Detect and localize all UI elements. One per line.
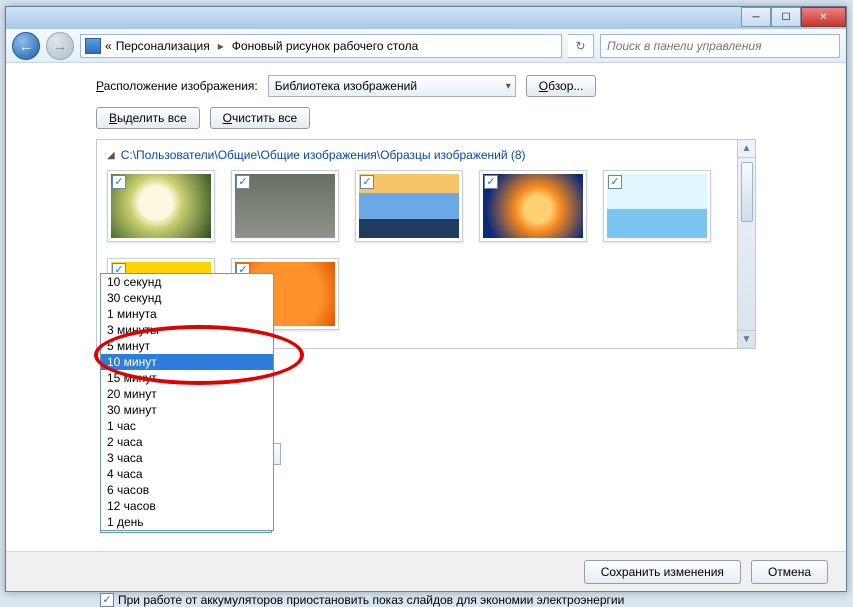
interval-option[interactable]: 1 день xyxy=(101,514,273,530)
folder-path: C:\Пользователи\Общие\Общие изображения\… xyxy=(121,148,526,162)
breadcrumb-prefix: « xyxy=(105,39,112,53)
interval-option[interactable]: 3 минуты xyxy=(101,322,273,338)
thumb-checkbox[interactable]: ✓ xyxy=(360,175,374,189)
thumb-koala[interactable]: ✓ xyxy=(231,170,339,242)
thumb-checkbox[interactable]: ✓ xyxy=(484,175,498,189)
footer: Сохранить изменения Отмена xyxy=(6,551,846,591)
interval-option[interactable]: 30 секунд xyxy=(101,290,273,306)
thumb-jellyfish[interactable]: ✓ xyxy=(479,170,587,242)
forward-button: → xyxy=(46,32,74,60)
browse-button[interactable]: Обзор... xyxy=(526,75,597,97)
minimize-button[interactable]: ─ xyxy=(741,7,771,27)
window: ─ ☐ ✕ ← → « Персонализация ▸ Фоновый рис… xyxy=(5,6,847,592)
maximize-button[interactable]: ☐ xyxy=(771,7,801,27)
interval-option[interactable]: 1 час xyxy=(101,418,273,434)
collapse-icon[interactable]: ◢ xyxy=(107,150,115,161)
scroll-up-icon[interactable]: ▲ xyxy=(738,140,755,158)
interval-option[interactable]: 5 минут xyxy=(101,338,273,354)
close-button[interactable]: ✕ xyxy=(801,7,846,27)
refresh-button[interactable]: ↻ xyxy=(568,34,594,58)
interval-dropdown-list[interactable]: 10 секунд30 секунд1 минута3 минуты5 мину… xyxy=(100,273,274,531)
battery-label: При работе от аккумуляторов приостановит… xyxy=(118,593,624,607)
scroll-thumb[interactable] xyxy=(741,162,753,222)
thumb-penguins[interactable]: ✓ xyxy=(603,170,711,242)
window-controls: ─ ☐ ✕ xyxy=(741,7,846,27)
location-label: Расположение изображения: xyxy=(96,79,258,93)
back-button[interactable]: ← xyxy=(12,32,40,60)
chevron-right-icon: ▸ xyxy=(214,39,228,53)
search-input[interactable] xyxy=(600,34,840,58)
interval-option[interactable]: 6 часов xyxy=(101,482,273,498)
breadcrumb-wallpaper[interactable]: Фоновый рисунок рабочего стола xyxy=(232,39,419,53)
select-row: Выделить все Очистить все xyxy=(96,107,756,129)
folder-header[interactable]: ◢ C:\Пользователи\Общие\Общие изображени… xyxy=(107,148,745,162)
cancel-button[interactable]: Отмена xyxy=(751,560,828,584)
location-row: Расположение изображения: Библиотека изо… xyxy=(96,75,756,97)
location-combo[interactable]: Библиотека изображений xyxy=(268,75,516,97)
interval-option[interactable]: 15 минут xyxy=(101,370,273,386)
thumb-checkbox[interactable]: ✓ xyxy=(608,175,622,189)
interval-option[interactable]: 12 часов xyxy=(101,498,273,514)
battery-row: ✓ При работе от аккумуляторов приостанов… xyxy=(100,593,624,607)
interval-option[interactable]: 30 минут xyxy=(101,402,273,418)
personalization-icon xyxy=(85,38,101,54)
clear-all-button[interactable]: Очистить все xyxy=(210,107,311,129)
breadcrumb-personalization[interactable]: Персонализация xyxy=(116,39,210,53)
thumb-checkbox[interactable]: ✓ xyxy=(112,175,126,189)
battery-checkbox[interactable]: ✓ xyxy=(100,593,114,607)
thumb-checkbox[interactable]: ✓ xyxy=(236,175,250,189)
interval-option[interactable]: 20 минут xyxy=(101,386,273,402)
navbar: ← → « Персонализация ▸ Фоновый рисунок р… xyxy=(6,29,846,63)
gallery-scrollbar[interactable]: ▲ ▼ xyxy=(737,140,755,348)
interval-option[interactable]: 10 минут xyxy=(101,354,273,370)
titlebar: ─ ☐ ✕ xyxy=(6,7,846,29)
save-button[interactable]: Сохранить изменения xyxy=(584,560,741,584)
select-all-button[interactable]: Выделить все xyxy=(96,107,200,129)
scroll-down-icon[interactable]: ▼ xyxy=(738,330,755,348)
interval-option[interactable]: 3 часа xyxy=(101,450,273,466)
thumb-hydrangeas[interactable]: ✓ xyxy=(107,170,215,242)
interval-option[interactable]: 1 минута xyxy=(101,306,273,322)
thumb-lighthouse[interactable]: ✓ xyxy=(355,170,463,242)
interval-option[interactable]: 4 часа xyxy=(101,466,273,482)
interval-option[interactable]: 2 часа xyxy=(101,434,273,450)
interval-option[interactable]: 10 секунд xyxy=(101,274,273,290)
address-bar[interactable]: « Персонализация ▸ Фоновый рисунок рабоч… xyxy=(80,34,562,58)
